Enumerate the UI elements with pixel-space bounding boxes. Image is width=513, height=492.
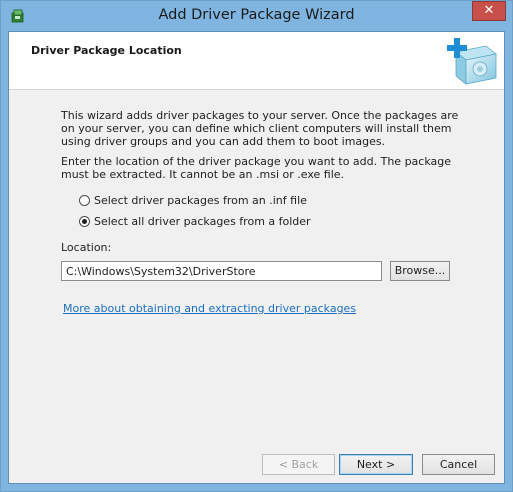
radio-folder[interactable]: Select all driver packages from a folder: [79, 215, 311, 228]
close-button[interactable]: ✕: [472, 1, 506, 21]
radio-button-inf[interactable]: [79, 195, 90, 206]
wizard-frame: Driver Package Location This wizard adds: [8, 31, 505, 484]
radio-folder-label: Select all driver packages from a folder: [94, 215, 311, 228]
instruction-text: Enter the location of the driver package…: [61, 155, 452, 181]
title-bar[interactable]: Add Driver Package Wizard ✕: [1, 1, 512, 31]
page-title: Driver Package Location: [31, 44, 182, 57]
intro-text: This wizard adds driver packages to your…: [61, 109, 459, 148]
driver-package-plus-icon: [447, 38, 497, 85]
cancel-button[interactable]: Cancel: [422, 454, 495, 475]
next-button[interactable]: Next >: [339, 454, 413, 475]
location-input[interactable]: [61, 261, 382, 281]
radio-button-folder[interactable]: [79, 216, 90, 227]
more-info-link[interactable]: More about obtaining and extracting driv…: [63, 302, 356, 315]
radio-inf-file[interactable]: Select driver packages from an .inf file: [79, 194, 307, 207]
browse-button[interactable]: Browse...: [390, 261, 450, 281]
back-button[interactable]: < Back: [262, 454, 335, 475]
wizard-header: Driver Package Location: [9, 32, 504, 90]
radio-inf-label: Select driver packages from an .inf file: [94, 194, 307, 207]
location-label: Location:: [61, 241, 112, 254]
window-title: Add Driver Package Wizard: [158, 7, 355, 23]
wizard-window: Add Driver Package Wizard ✕ Driver Packa…: [0, 0, 513, 492]
